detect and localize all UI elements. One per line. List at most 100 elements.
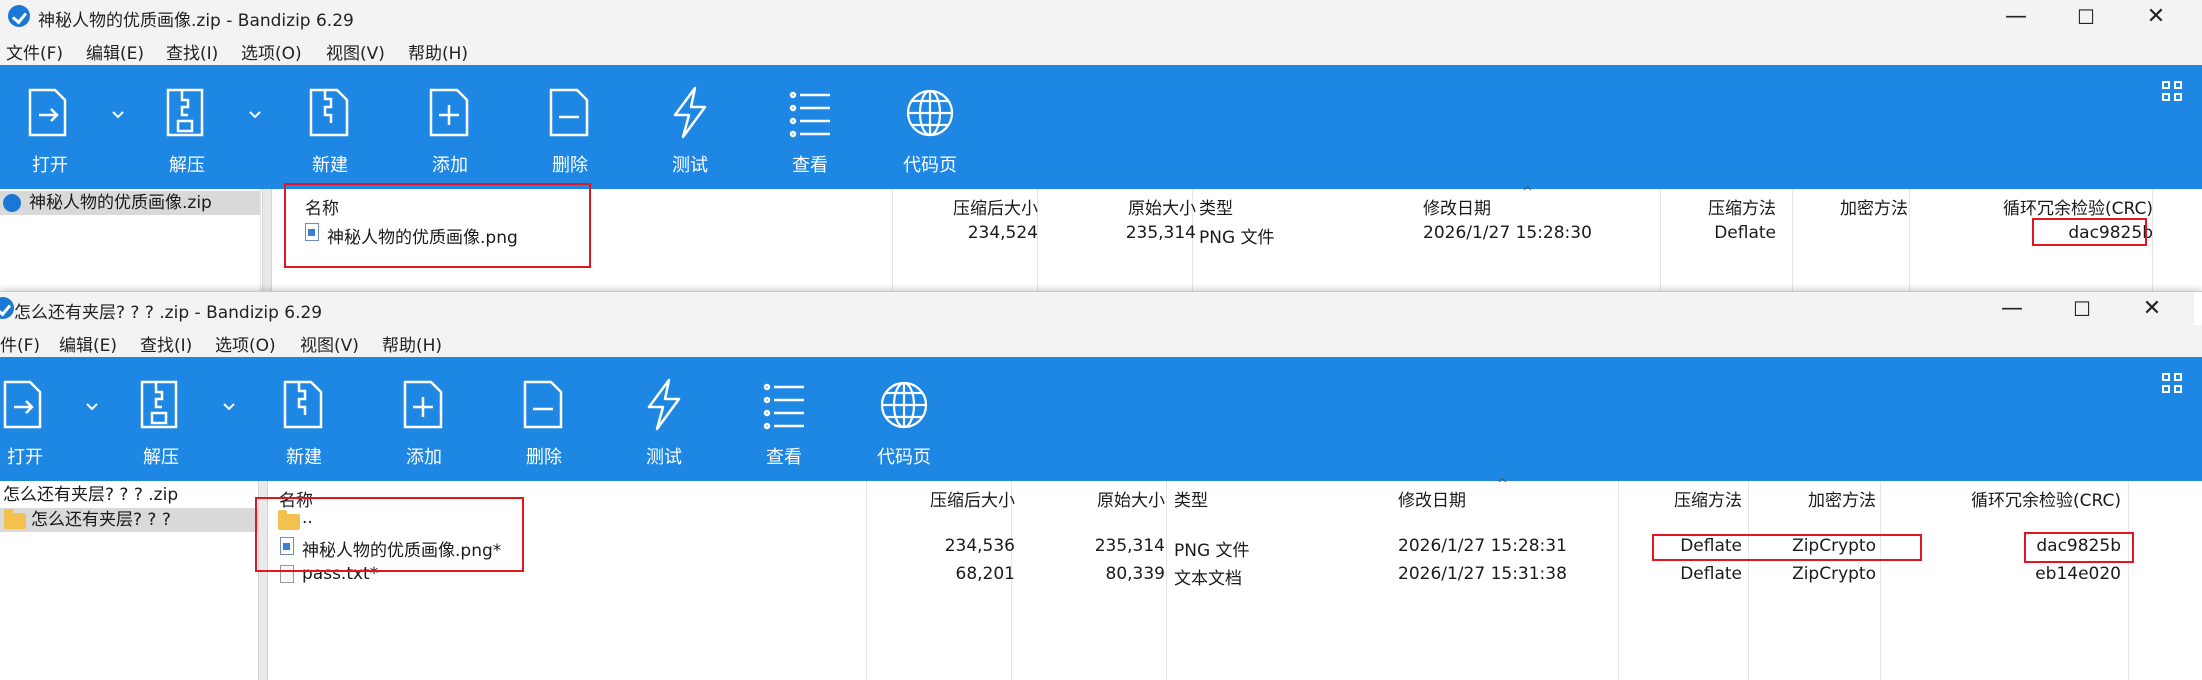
- extract-dropdown-chevron-icon[interactable]: [245, 105, 265, 125]
- new-button[interactable]: 新建: [280, 65, 380, 189]
- codepage-button[interactable]: 代码页: [880, 65, 980, 189]
- col-divider: [892, 189, 893, 293]
- cell-packed-size: 234,524: [967, 223, 1038, 243]
- close-button[interactable]: ✕: [2117, 292, 2187, 325]
- archive-content: 神秘人物的优质画像.zip 名称 压缩后大小 原始大小 类型 修改日期 ^ 压缩…: [0, 183, 2202, 293]
- extract-button[interactable]: 解压: [111, 357, 211, 481]
- view-label: 查看: [792, 155, 828, 176]
- add-button[interactable]: 添加: [374, 357, 474, 481]
- menu-view[interactable]: 视图(V): [326, 39, 385, 64]
- new-button[interactable]: 新建: [254, 357, 354, 481]
- maximize-button[interactable]: ☐: [2047, 292, 2117, 325]
- tree-item-label: 神秘人物的优质画像.zip: [29, 193, 212, 213]
- minimize-button[interactable]: —: [1977, 292, 2047, 325]
- highlight-box-crc: [2032, 218, 2147, 246]
- view-button[interactable]: 查看: [760, 65, 860, 189]
- menu-find[interactable]: 查找(I): [166, 39, 218, 64]
- column-header-packed-size[interactable]: 压缩后大小: [930, 486, 1015, 511]
- new-archive-icon: [309, 88, 349, 137]
- column-header-modified[interactable]: 修改日期: [1398, 486, 1466, 511]
- layout-toggle-icon[interactable]: [2162, 81, 2184, 103]
- add-button[interactable]: 添加: [400, 65, 500, 189]
- menu-help[interactable]: 帮助(H): [382, 331, 442, 356]
- sort-ascending-icon: ^: [1522, 185, 1533, 200]
- open-label: 打开: [32, 155, 68, 176]
- open-button[interactable]: 打开: [0, 65, 100, 189]
- column-header-method[interactable]: 压缩方法: [1708, 194, 1776, 219]
- col-divider: [1748, 481, 1749, 680]
- menu-edit[interactable]: 编辑(E): [59, 331, 117, 356]
- open-dropdown-chevron-icon[interactable]: [82, 397, 102, 417]
- column-header-type[interactable]: 类型: [1199, 194, 1233, 219]
- extract-button[interactable]: 解压: [137, 65, 237, 189]
- column-header-encryption[interactable]: 加密方法: [1808, 486, 1876, 511]
- delete-button[interactable]: 删除: [520, 65, 620, 189]
- open-icon: [28, 88, 67, 137]
- column-header-crc[interactable]: 循环冗余检验(CRC): [2003, 194, 2153, 219]
- title-bar[interactable]: 神秘人物的优质画像.zip - Bandizip 6.29 — ☐ ✕: [0, 0, 2202, 33]
- pane-splitter[interactable]: [262, 189, 272, 293]
- cell-modified: 2026/1/27 15:31:38: [1398, 564, 1567, 584]
- tree-item-archive[interactable]: 神秘人物的优质画像.zip: [0, 191, 260, 215]
- cell-type: PNG 文件: [1199, 228, 1275, 248]
- column-header-encryption[interactable]: 加密方法: [1840, 194, 1908, 219]
- minimize-icon: —: [2001, 296, 2023, 321]
- col-divider: [1880, 481, 1881, 680]
- title-bar[interactable]: 怎么还有夹层? ? ? .zip - Bandizip 6.29 — ☐ ✕: [0, 292, 2194, 325]
- test-button[interactable]: 测试: [614, 357, 714, 481]
- cell-crc: eb14e020: [2035, 564, 2121, 584]
- column-header-method[interactable]: 压缩方法: [1674, 486, 1742, 511]
- codepage-label: 代码页: [903, 155, 957, 176]
- extract-dropdown-chevron-icon[interactable]: [219, 397, 239, 417]
- cell-packed-size: 234,536: [944, 536, 1015, 556]
- add-label: 添加: [432, 155, 468, 176]
- highlight-box-method-encryption: [1652, 534, 1922, 561]
- menu-help[interactable]: 帮助(H): [408, 39, 468, 64]
- tree-item-archive[interactable]: 怎么还有夹层? ? ? .zip: [0, 483, 258, 507]
- close-icon: ✕: [2142, 296, 2162, 321]
- window-title: 神秘人物的优质画像.zip - Bandizip 6.29: [38, 11, 354, 31]
- tree-item-folder[interactable]: 怎么还有夹层? ? ?: [0, 508, 258, 532]
- column-header-crc[interactable]: 循环冗余检验(CRC): [1971, 486, 2121, 511]
- codepage-button[interactable]: 代码页: [854, 357, 954, 481]
- add-file-icon: [429, 88, 469, 137]
- menu-view[interactable]: 视图(V): [300, 331, 359, 356]
- maximize-button[interactable]: ☐: [2051, 0, 2121, 33]
- menu-edit[interactable]: 编辑(E): [86, 39, 144, 64]
- menu-file[interactable]: 文件(F): [6, 39, 63, 64]
- view-button[interactable]: 查看: [734, 357, 834, 481]
- open-dropdown-chevron-icon[interactable]: [108, 105, 128, 125]
- menu-file[interactable]: 件(F): [0, 331, 40, 356]
- sort-ascending-icon: ^: [1497, 477, 1508, 492]
- extract-icon: [166, 88, 204, 137]
- column-header-type[interactable]: 类型: [1174, 486, 1208, 511]
- bandizip-app-icon: [8, 5, 30, 27]
- menu-find[interactable]: 查找(I): [140, 331, 192, 356]
- delete-button[interactable]: 删除: [494, 357, 594, 481]
- open-icon: [3, 380, 42, 429]
- menu-options[interactable]: 选项(O): [215, 331, 276, 356]
- test-label: 测试: [646, 447, 682, 468]
- open-label: 打开: [7, 447, 43, 468]
- codepage-label: 代码页: [877, 447, 931, 468]
- new-label: 新建: [312, 155, 348, 176]
- highlight-box-crc: [2024, 532, 2134, 563]
- cell-modified: 2026/1/27 15:28:31: [1398, 536, 1567, 556]
- minimize-button[interactable]: —: [1981, 0, 2051, 33]
- column-header-original-size[interactable]: 原始大小: [1128, 194, 1196, 219]
- column-header-packed-size[interactable]: 压缩后大小: [953, 194, 1038, 219]
- menu-options[interactable]: 选项(O): [241, 39, 302, 64]
- layout-toggle-icon[interactable]: [2162, 373, 2184, 395]
- column-header-original-size[interactable]: 原始大小: [1097, 486, 1165, 511]
- col-divider: [1792, 189, 1793, 293]
- open-button[interactable]: 打开: [0, 357, 75, 481]
- close-button[interactable]: ✕: [2121, 0, 2191, 33]
- test-button[interactable]: 测试: [640, 65, 740, 189]
- folder-tree: 怎么还有夹层? ? ? .zip 怎么还有夹层? ? ?: [0, 481, 259, 680]
- archive-content: 怎么还有夹层? ? ? .zip 怎么还有夹层? ? ? 名称 压缩后大小 原始…: [0, 477, 2202, 680]
- toolbar: 打开 解压 新建 添加 删除 测试 查看 代码页: [0, 65, 2202, 189]
- cell-type: 文本文档: [1174, 569, 1242, 589]
- highlight-box-name: [255, 497, 524, 572]
- cell-original-size: 235,314: [1094, 536, 1165, 556]
- column-header-modified[interactable]: 修改日期: [1423, 194, 1491, 219]
